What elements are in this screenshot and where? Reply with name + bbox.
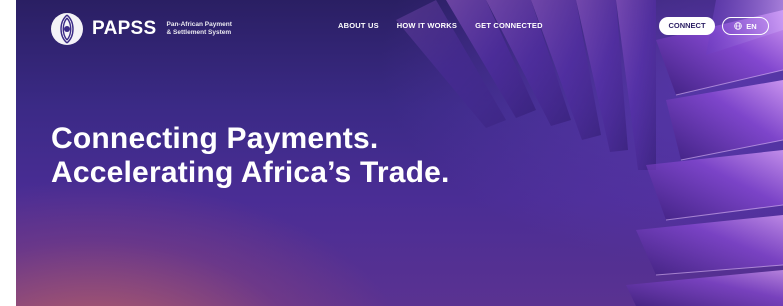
- brand-subtitle-line1: Pan-African Payment: [166, 21, 232, 28]
- globe-icon: [734, 22, 743, 30]
- brand-name: PAPSS: [92, 18, 157, 39]
- hero-headline: Connecting Payments. Accelerating Africa…: [51, 122, 571, 190]
- connect-button[interactable]: CONNECT: [659, 17, 715, 35]
- hero-headline-line2: Accelerating Africa’s Trade.: [51, 156, 450, 189]
- main-nav: ABOUT US HOW IT WORKS GET CONNECTED: [338, 21, 561, 30]
- nav-item-about-us[interactable]: ABOUT US: [338, 21, 379, 30]
- hero-headline-line1: Connecting Payments.: [51, 122, 379, 155]
- language-selector[interactable]: EN: [722, 17, 769, 35]
- nav-item-get-connected[interactable]: GET CONNECTED: [475, 21, 543, 30]
- papss-logo-icon: [51, 13, 83, 45]
- page: PAPSS Pan-African Payment & Settlement S…: [0, 0, 783, 306]
- nav-item-how-it-works[interactable]: HOW IT WORKS: [397, 21, 457, 30]
- hero-section: PAPSS Pan-African Payment & Settlement S…: [16, 0, 783, 306]
- brand-subtitle: Pan-African Payment & Settlement System: [167, 21, 247, 37]
- language-label: EN: [746, 21, 757, 31]
- brand[interactable]: PAPSS Pan-African Payment & Settlement S…: [49, 12, 247, 46]
- brand-subtitle-line2: & Settlement System: [166, 29, 232, 36]
